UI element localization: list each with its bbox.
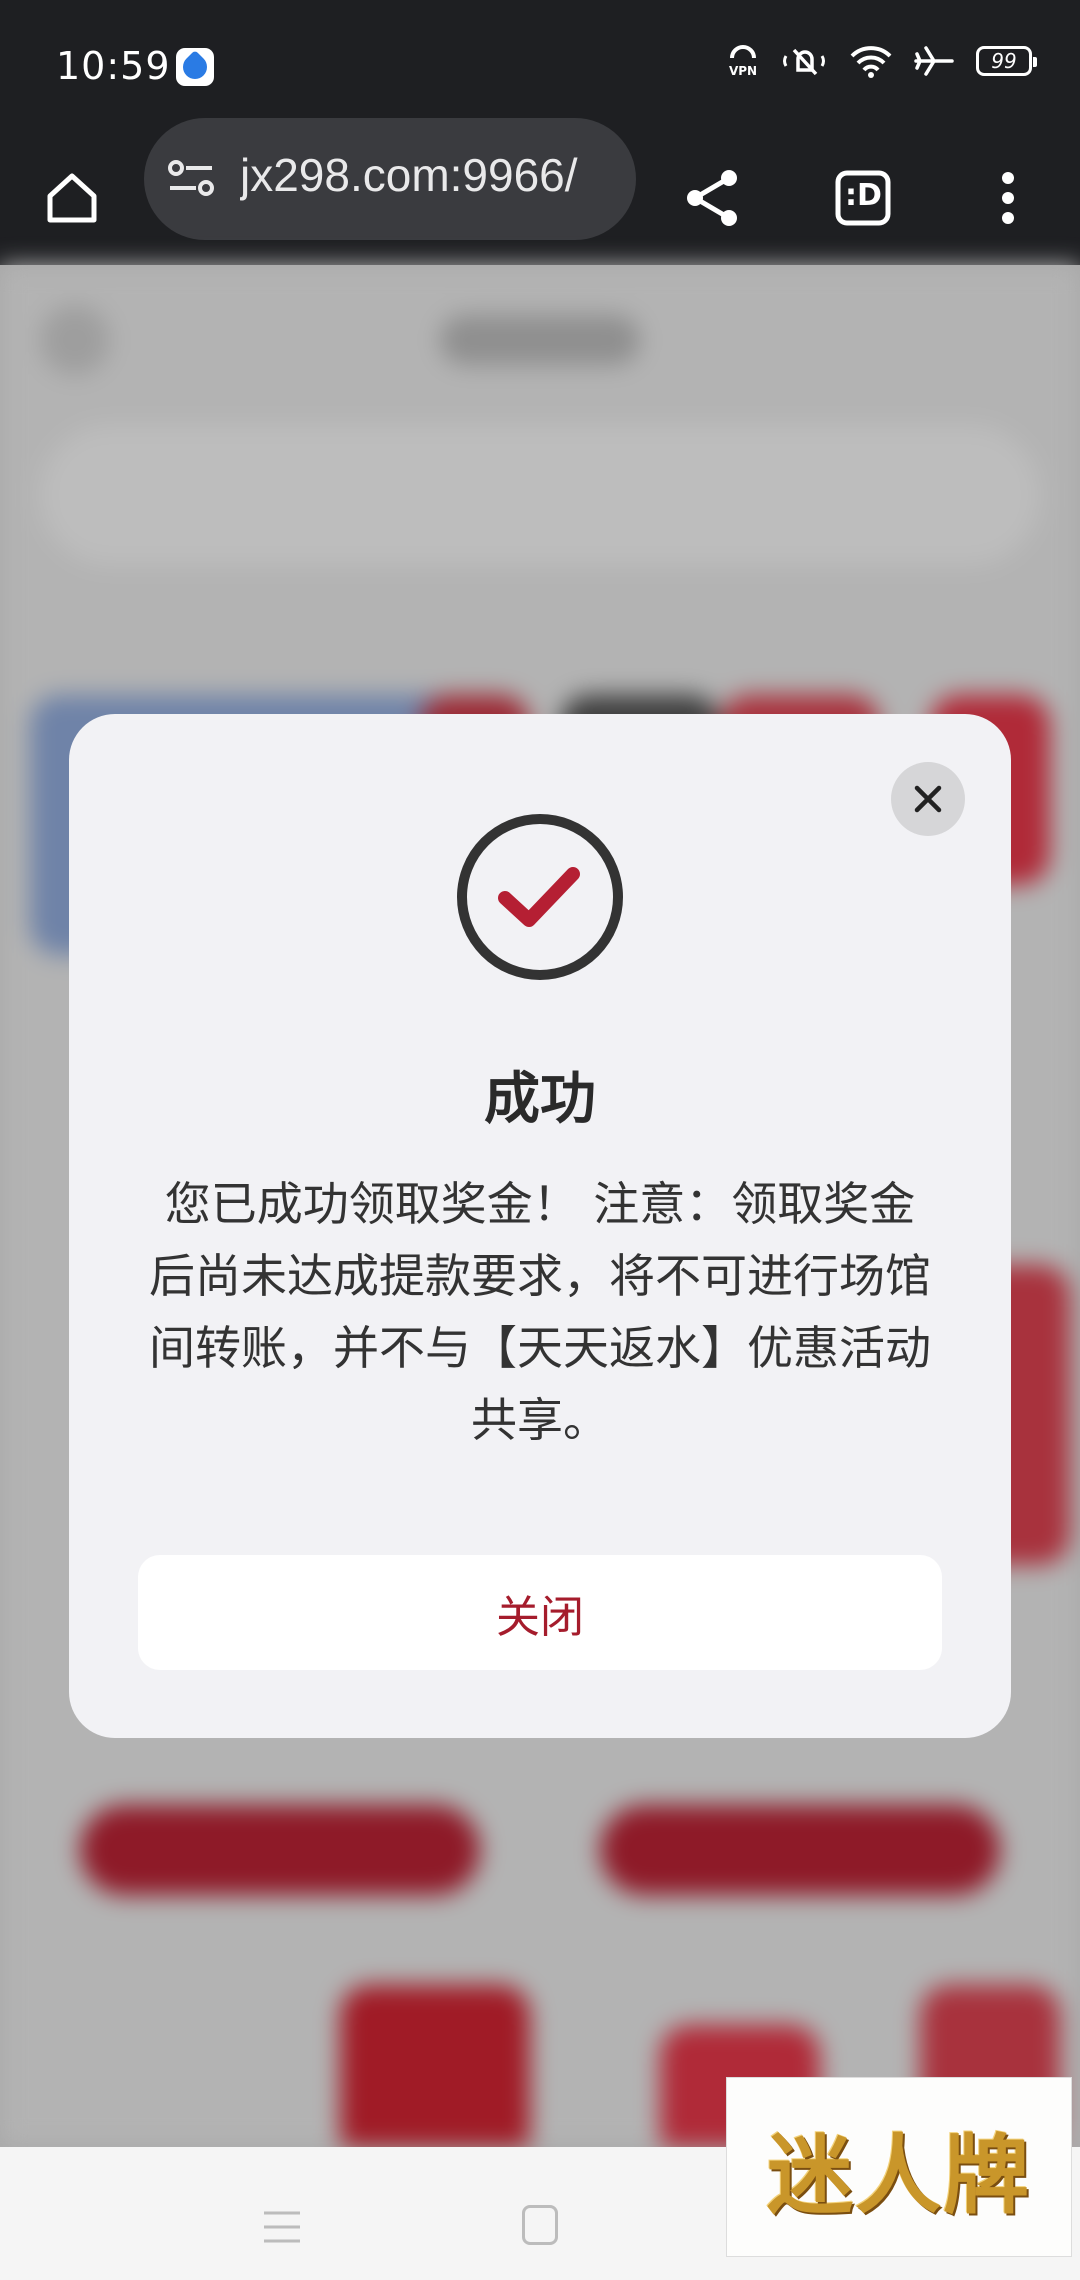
dialog-close-button[interactable] xyxy=(891,762,965,836)
vpn-icon: VPN xyxy=(729,45,757,78)
tabs-label: :D xyxy=(845,178,882,213)
address-bar[interactable]: jx298.com:9966/ xyxy=(144,118,636,240)
home-icon xyxy=(47,173,97,223)
mute-icon xyxy=(783,48,825,76)
share-icon xyxy=(687,170,737,226)
site-settings-icon[interactable] xyxy=(166,156,216,202)
battery-icon: 99 xyxy=(976,46,1037,76)
success-dialog: 成功 您已成功领取奖金！ 注意：领取奖金后尚未达成提款要求，将不可进行场馆间转账… xyxy=(69,714,1011,1738)
share-button[interactable] xyxy=(663,148,763,248)
svg-text:VPN: VPN xyxy=(729,64,757,78)
home-nav-icon[interactable] xyxy=(522,2205,558,2245)
watermark-logo: 迷人牌 xyxy=(726,2077,1072,2257)
more-menu-button[interactable] xyxy=(958,148,1058,248)
status-time: 10:59 xyxy=(56,44,171,88)
tabs-button[interactable]: :D xyxy=(813,148,913,248)
dialog-message: 您已成功领取奖金！ 注意：领取奖金后尚未达成提款要求，将不可进行场馆间转账，并不… xyxy=(149,1177,931,1447)
status-bar: 10:59 VPN 99 xyxy=(0,0,1080,130)
watermark-text: 迷人牌 xyxy=(767,2124,1031,2226)
airplane-icon xyxy=(914,46,954,76)
url-text[interactable]: jx298.com:9966/ xyxy=(240,148,624,202)
status-icons: VPN 99 xyxy=(726,44,1037,78)
home-button[interactable] xyxy=(22,148,122,248)
dialog-title: 成功 xyxy=(484,1067,596,1132)
more-icon xyxy=(1002,172,1014,224)
app-icon xyxy=(176,48,214,86)
recent-apps-icon[interactable] xyxy=(262,2209,302,2245)
close-button[interactable]: 关闭 xyxy=(138,1555,942,1670)
success-check-icon xyxy=(457,814,623,980)
close-icon xyxy=(914,785,942,813)
wifi-icon xyxy=(850,46,892,78)
